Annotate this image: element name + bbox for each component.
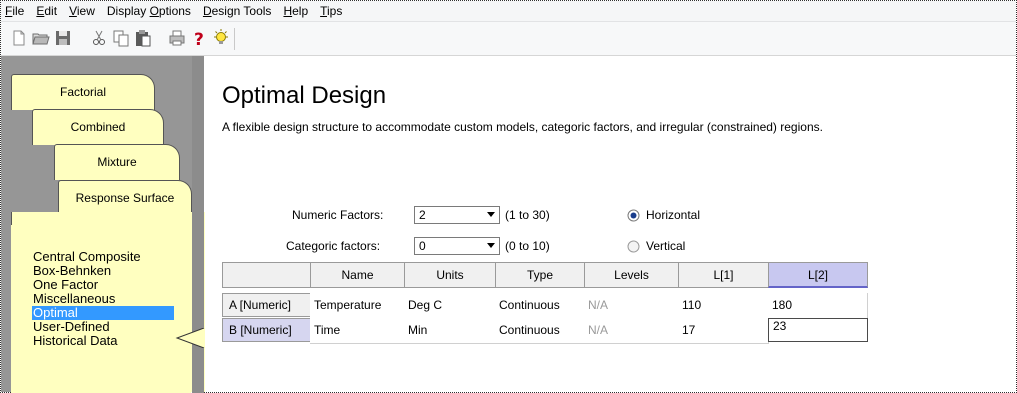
cell-b-l2-editor[interactable]: 23: [768, 318, 868, 342]
column-header-type[interactable]: Type: [495, 262, 585, 288]
numeric-factors-select[interactable]: 2: [414, 206, 500, 224]
paste-icon[interactable]: [133, 28, 153, 48]
numeric-factors-label: Numeric Factors:: [292, 208, 384, 222]
cell-b-name[interactable]: Time: [310, 318, 405, 344]
design-item-miscellaneous[interactable]: Miscellaneous: [32, 292, 182, 306]
categoric-factors-value: 0: [419, 239, 426, 253]
cell-b-type[interactable]: Continuous: [495, 318, 585, 344]
menu-help[interactable]: Help: [277, 1, 314, 21]
categoric-factors-range: (0 to 10): [505, 239, 550, 253]
row-header-b[interactable]: B [Numeric]: [222, 318, 311, 342]
table-corner: [222, 262, 311, 288]
menu-display-options[interactable]: Display Options: [101, 1, 197, 21]
cell-a-units[interactable]: Deg C: [404, 293, 496, 319]
menu-file[interactable]: File: [1, 1, 30, 21]
cell-a-l2[interactable]: 180: [768, 293, 868, 319]
column-header-units[interactable]: Units: [404, 262, 496, 288]
new-file-icon[interactable]: [9, 28, 29, 48]
cell-a-l1[interactable]: 110: [678, 293, 769, 319]
numeric-factors-range: (1 to 30): [505, 208, 550, 222]
radio-vertical-label: Vertical: [646, 239, 686, 253]
svg-text:?: ?: [194, 30, 204, 48]
design-item-user-defined[interactable]: User-Defined: [32, 320, 182, 334]
radio-horizontal-label: Horizontal: [646, 208, 701, 222]
chevron-down-icon: [487, 212, 495, 217]
menu-edit[interactable]: Edit: [30, 1, 63, 21]
cell-a-type[interactable]: Continuous: [495, 293, 585, 319]
page-subtitle: A flexible design structure to accommoda…: [222, 120, 823, 134]
row-header-a[interactable]: A [Numeric]: [222, 293, 311, 317]
cell-a-levels[interactable]: N/A: [584, 293, 679, 319]
radio-horizontal[interactable]: [627, 209, 640, 222]
help-icon[interactable]: ?: [189, 28, 209, 48]
page-title: Optimal Design: [222, 82, 387, 109]
open-folder-icon[interactable]: [31, 28, 51, 48]
tip-bulb-icon[interactable]: [211, 28, 231, 48]
categoric-factors-select[interactable]: 0: [414, 237, 500, 255]
design-item-box-behnken[interactable]: Box-Behnken: [32, 264, 182, 278]
selection-pointer-icon: [175, 328, 205, 348]
design-item-historical-data[interactable]: Historical Data: [32, 334, 182, 348]
cell-b-levels[interactable]: N/A: [584, 318, 679, 344]
column-header-l1[interactable]: L[1]: [678, 262, 769, 288]
copy-icon[interactable]: [111, 28, 131, 48]
tab-combined[interactable]: Combined: [32, 109, 164, 145]
tab-factorial[interactable]: Factorial: [11, 74, 155, 110]
menu-tips[interactable]: Tips: [314, 1, 348, 21]
column-header-levels[interactable]: Levels: [584, 262, 679, 288]
cell-b-l1[interactable]: 17: [678, 318, 769, 344]
cell-a-name[interactable]: Temperature: [310, 293, 405, 319]
print-icon[interactable]: [167, 28, 187, 48]
tab-mixture[interactable]: Mixture: [54, 144, 180, 180]
menu-design-tools[interactable]: Design Tools: [197, 1, 278, 21]
menu-bar: File Edit View Display Options Design To…: [1, 1, 1016, 22]
design-item-central-composite[interactable]: Central Composite: [32, 250, 182, 264]
radio-vertical[interactable]: [627, 240, 640, 253]
chevron-down-icon: [487, 243, 495, 248]
design-item-optimal[interactable]: Optimal: [32, 306, 174, 320]
column-header-l2[interactable]: L[2]: [768, 262, 868, 288]
cell-b-units[interactable]: Min: [404, 318, 496, 344]
toolbar: ?: [1, 22, 1016, 56]
design-list: Central Composite Box-Behnken One Factor…: [32, 250, 182, 348]
toolbar-separator: [234, 28, 235, 50]
categoric-factors-label: Categoric factors:: [286, 239, 381, 253]
save-icon[interactable]: [53, 28, 73, 48]
column-header-name[interactable]: Name: [310, 262, 405, 288]
cut-icon[interactable]: [89, 28, 109, 48]
numeric-factors-value: 2: [419, 208, 426, 222]
menu-view[interactable]: View: [63, 1, 101, 21]
design-item-one-factor[interactable]: One Factor: [32, 278, 182, 292]
